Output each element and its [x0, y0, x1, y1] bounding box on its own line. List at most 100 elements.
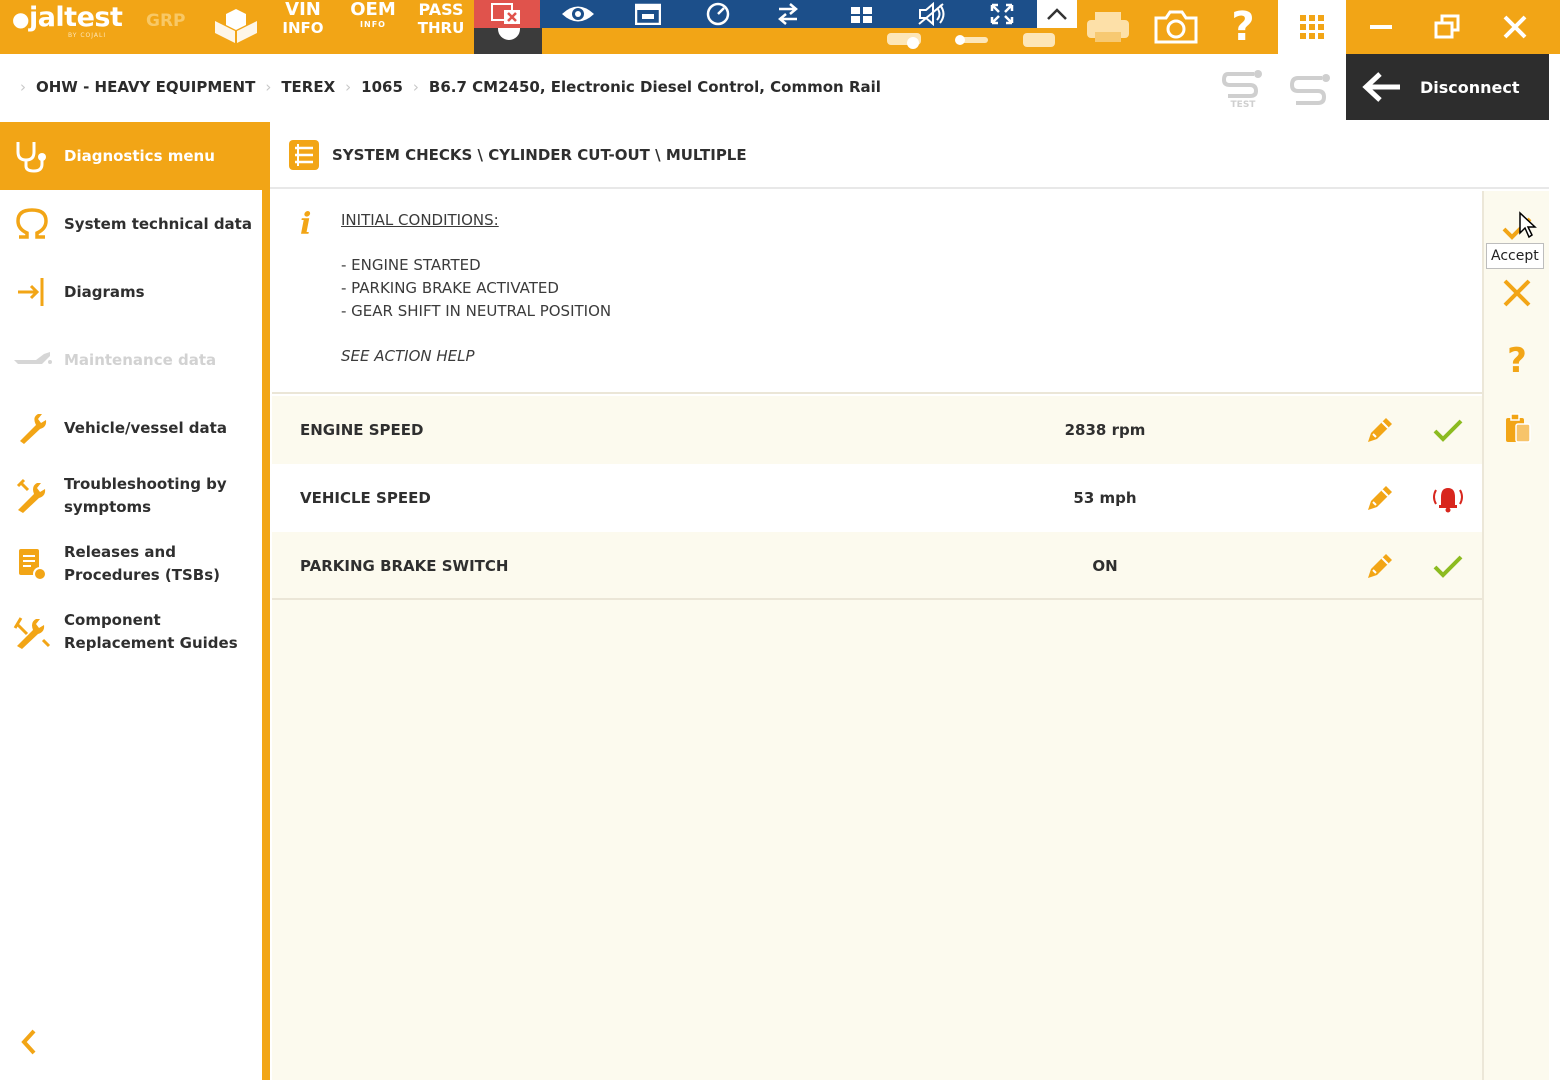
sidebar-item-releases-tsbs[interactable]: Releases and Procedures (TSBs)	[0, 530, 262, 598]
minimize-button[interactable]	[1354, 0, 1408, 54]
initial-conditions-panel: i INITIAL CONDITIONS: - ENGINE STARTED -…	[272, 191, 1482, 394]
diagnostics-menu-header[interactable]: Diagnostics menu	[0, 122, 270, 190]
app-grid-icon	[1300, 15, 1324, 39]
status-ok-icon	[1430, 548, 1466, 584]
replace-tools-icon	[0, 614, 64, 650]
remote-close-icon	[491, 3, 520, 24]
route-tool-button[interactable]	[1289, 70, 1332, 106]
chevron-up-icon	[1047, 8, 1067, 20]
window-icon	[635, 3, 661, 25]
parameter-value: 2838 rpm	[1064, 421, 1146, 439]
sidebar-item-label: Component Replacement Guides	[64, 611, 238, 652]
breadcrumb-item[interactable]: TEREX	[281, 78, 335, 96]
tools-icon	[0, 478, 64, 514]
top-toolbar: ●jaltest BY COJALI GRP VIN INFO OEM INFO…	[0, 0, 1560, 54]
sidebar-item-troubleshooting[interactable]: Troubleshooting by symptoms	[0, 462, 262, 530]
scope-icon	[955, 35, 988, 45]
pass-label-2: THRU	[417, 19, 465, 37]
clipboard-button[interactable]	[1499, 409, 1535, 449]
pencil-icon	[1368, 418, 1392, 442]
help-toolbar-button[interactable]: ?	[1220, 0, 1266, 54]
help-button[interactable]: ?	[1499, 341, 1535, 381]
test-tool-label: TEST	[1230, 100, 1256, 110]
vin-label-1: VIN	[285, 0, 321, 20]
sidebar-item-vehicle-data[interactable]: Vehicle/vessel data	[0, 394, 262, 462]
remote-indicator-icon	[498, 28, 520, 40]
parameter-value: 53 mph	[1073, 489, 1137, 507]
close-icon	[1503, 15, 1527, 39]
pencil-icon	[1368, 486, 1392, 510]
breadcrumb-item[interactable]: OHW - HEAVY EQUIPMENT	[36, 78, 255, 96]
keyboard-button[interactable]	[842, 0, 882, 28]
sidebar-item-system-technical-data[interactable]: System technical data	[0, 190, 262, 258]
cable-icon	[1023, 33, 1055, 47]
view-button[interactable]	[558, 0, 598, 28]
sidebar-item-label: System technical data	[64, 214, 252, 233]
sidebar-item-label: Diagrams	[64, 282, 145, 301]
printer-icon	[1087, 12, 1129, 42]
edit-button[interactable]	[1362, 480, 1398, 516]
diagram-icon	[0, 275, 64, 309]
oem-info-button[interactable]: OEM INFO	[346, 1, 400, 31]
diagnostics-menu-label: Diagnostics menu	[64, 147, 215, 165]
accept-tooltip: Accept	[1486, 243, 1544, 269]
gauge-icon	[706, 2, 730, 26]
scope-button[interactable]	[946, 22, 996, 54]
breadcrumb: › OHW - HEAVY EQUIPMENT › TEREX › 1065 ›…	[20, 54, 881, 120]
question-icon: ?	[1507, 341, 1527, 381]
cancel-button[interactable]	[1499, 273, 1535, 313]
action-column: ?	[1482, 191, 1549, 1080]
restore-icon	[1434, 14, 1460, 39]
collapse-sidebar-button[interactable]	[14, 1024, 44, 1060]
condition-line: - ENGINE STARTED	[341, 256, 481, 274]
app-grid-button[interactable]	[1278, 0, 1346, 54]
transfer-button[interactable]	[768, 0, 808, 28]
edit-button[interactable]	[1362, 548, 1398, 584]
screenshot-button[interactable]	[1150, 0, 1202, 54]
disconnect-button[interactable]: Disconnect	[1346, 54, 1549, 120]
breadcrumb-item[interactable]: 1065	[361, 78, 403, 96]
sidebar-item-diagrams[interactable]: Diagrams	[0, 258, 262, 326]
document-icon	[0, 546, 64, 582]
oil-can-icon	[0, 348, 64, 372]
close-button[interactable]	[1488, 0, 1542, 54]
package-button[interactable]	[210, 0, 262, 54]
oem-label-1: OEM	[350, 0, 396, 20]
record-icon	[887, 33, 921, 49]
x-icon	[1503, 279, 1531, 307]
breadcrumb-separator: ›	[265, 78, 272, 96]
breadcrumb-bar: › OHW - HEAVY EQUIPMENT › TEREX › 1065 ›…	[0, 54, 1346, 120]
breadcrumb-separator: ›	[345, 78, 352, 96]
vin-info-button[interactable]: VIN INFO	[280, 0, 326, 38]
record-button[interactable]	[880, 22, 930, 54]
package-icon	[215, 9, 257, 43]
action-help-link[interactable]: SEE ACTION HELP	[341, 347, 475, 365]
breadcrumb-separator: ›	[20, 78, 26, 96]
print-button[interactable]	[1082, 0, 1134, 54]
remote-close-button[interactable]	[474, 0, 540, 28]
parameters-divider	[272, 598, 1482, 600]
sidebar-item-maintenance-data: Maintenance data	[0, 326, 262, 394]
search-dot-icon: ●	[12, 7, 29, 31]
disconnect-label: Disconnect	[1420, 77, 1520, 97]
sidebar-item-label: Vehicle/vessel data	[64, 418, 227, 437]
sidebar: Diagnostics menu System technical data D…	[0, 122, 270, 1080]
parameter-name: PARKING BRAKE SWITCH	[300, 557, 509, 575]
sidebar-item-component-replacement[interactable]: Component Replacement Guides	[0, 598, 262, 666]
edit-button[interactable]	[1362, 412, 1398, 448]
pass-thru-button[interactable]: PASS THRU	[414, 1, 468, 38]
breadcrumb-item[interactable]: B6.7 CM2450, Electronic Diesel Control, …	[429, 78, 881, 96]
chevron-left-icon	[21, 1029, 36, 1055]
mouse-cursor-icon	[1519, 211, 1537, 239]
restore-button[interactable]	[1420, 0, 1474, 54]
vin-label-2: INFO	[282, 19, 324, 37]
test-tool-button[interactable]: TEST	[1221, 68, 1264, 110]
cable-button[interactable]	[1016, 24, 1062, 54]
gauge-button[interactable]	[698, 0, 738, 28]
parameter-value: ON	[1092, 557, 1118, 575]
omega-icon	[0, 207, 64, 241]
status-alert-icon	[1430, 480, 1466, 516]
conditions-heading: INITIAL CONDITIONS:	[341, 211, 499, 229]
window-button[interactable]	[628, 0, 668, 28]
remote-under-tab	[474, 28, 542, 54]
